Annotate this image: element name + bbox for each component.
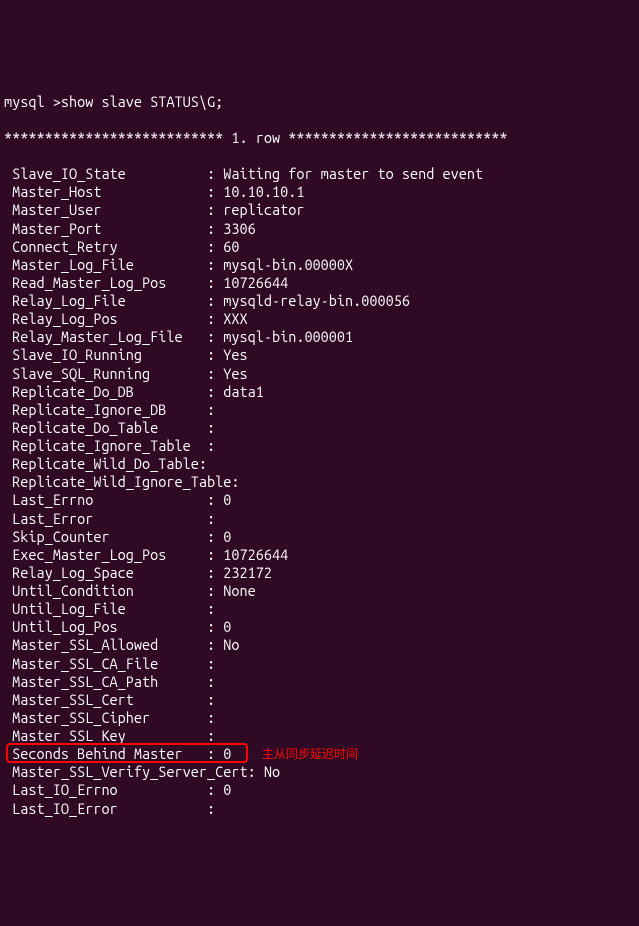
field-text: Replicate_Wild_Do_Table:	[4, 455, 207, 472]
terminal-output: mysql >show slave STATUS\G; ************…	[4, 75, 635, 836]
field-row-master_ssl_ca_file: Master_SSL_CA_File :	[4, 655, 635, 673]
field-row-connect_retry: Connect_Retry : 60	[4, 238, 635, 256]
field-text: Master_SSL_Verify_Server_Cert: No	[4, 763, 280, 780]
field-text: Last_Errno : 0	[4, 491, 231, 508]
field-row-master_ssl_verify_server_cert: Master_SSL_Verify_Server_Cert: No	[4, 763, 635, 781]
field-row-replicate_ignore_table: Replicate_Ignore_Table :	[4, 437, 635, 455]
field-row-master_log_file: Master_Log_File : mysql-bin.00000X	[4, 256, 635, 274]
field-row-read_master_log_pos: Read_Master_Log_Pos : 10726644	[4, 274, 635, 292]
field-text: Master_Host : 10.10.10.1	[4, 183, 304, 200]
field-text: Relay_Log_File : mysqld-relay-bin.000056	[4, 292, 410, 309]
field-text: Slave_IO_State : Waiting for master to s…	[4, 165, 483, 182]
field-row-replicate_wild_ignore_table: Replicate_Wild_Ignore_Table:	[4, 473, 635, 491]
field-text: Relay_Log_Space : 232172	[4, 564, 272, 581]
field-row-last_error: Last_Error :	[4, 510, 635, 528]
field-text: Master_SSL_CA_Path :	[4, 673, 223, 690]
field-row-master_ssl_cert: Master_SSL_Cert :	[4, 691, 635, 709]
field-text: Replicate_Wild_Ignore_Table:	[4, 473, 239, 490]
field-text: Last_IO_Errno : 0	[4, 781, 231, 798]
field-row-relay_log_space: Relay_Log_Space : 232172	[4, 564, 635, 582]
field-row-replicate_do_table: Replicate_Do_Table :	[4, 419, 635, 437]
annotation-text: 主从同步延迟时间	[262, 747, 358, 762]
field-text: Relay_Master_Log_File : mysql-bin.000001	[4, 328, 353, 345]
field-row-master_host: Master_Host : 10.10.10.1	[4, 183, 635, 201]
field-text: Until_Log_Pos : 0	[4, 618, 231, 635]
field-text: Skip_Counter : 0	[4, 528, 231, 545]
field-row-last_errno: Last_Errno : 0	[4, 491, 635, 509]
field-row-replicate_do_db: Replicate_Do_DB : data1	[4, 383, 635, 401]
field-row-slave_sql_running: Slave_SQL_Running : Yes	[4, 365, 635, 383]
field-text: Last_Error :	[4, 510, 223, 527]
field-row-master_ssl_ca_path: Master_SSL_CA_Path :	[4, 673, 635, 691]
field-text: Last_IO_Error :	[4, 800, 223, 817]
field-text: Slave_IO_Running : Yes	[4, 346, 248, 363]
status-fields: Slave_IO_State : Waiting for master to s…	[4, 165, 635, 818]
field-row-master_ssl_cipher: Master_SSL_Cipher :	[4, 709, 635, 727]
field-text: Until_Condition : None	[4, 582, 256, 599]
field-row-master_ssl_key: Master_SSL_Key :	[4, 727, 635, 745]
field-row-master_user: Master_User : replicator	[4, 201, 635, 219]
mysql-prompt: mysql >show slave STATUS\G;	[4, 93, 635, 111]
field-text: Master_SSL_CA_File :	[4, 655, 223, 672]
field-text: Slave_SQL_Running : Yes	[4, 365, 248, 382]
field-text: Master_SSL_Cert :	[4, 691, 223, 708]
field-row-until_log_file: Until_Log_File :	[4, 600, 635, 618]
field-text: Seconds_Behind_Master : 0	[4, 745, 231, 762]
result-header: *************************** 1. row *****…	[4, 129, 635, 147]
field-row-slave_io_running: Slave_IO_Running : Yes	[4, 346, 635, 364]
field-text: Master_SSL_Allowed : No	[4, 636, 239, 653]
field-text: Master_SSL_Cipher :	[4, 709, 223, 726]
field-text: Exec_Master_Log_Pos : 10726644	[4, 546, 288, 563]
field-text: Master_Log_File : mysql-bin.00000X	[4, 256, 353, 273]
field-row-last_io_errno: Last_IO_Errno : 0	[4, 781, 635, 799]
field-row-until_condition: Until_Condition : None	[4, 582, 635, 600]
field-text: Replicate_Do_Table :	[4, 419, 223, 436]
field-row-slave_io_state: Slave_IO_State : Waiting for master to s…	[4, 165, 635, 183]
field-row-last_io_error: Last_IO_Error :	[4, 800, 635, 818]
field-row-exec_master_log_pos: Exec_Master_Log_Pos : 10726644	[4, 546, 635, 564]
field-row-replicate_ignore_db: Replicate_Ignore_DB :	[4, 401, 635, 419]
field-row-seconds_behind_master: Seconds_Behind_Master : 0 主从同步延迟时间	[4, 745, 635, 763]
field-row-skip_counter: Skip_Counter : 0	[4, 528, 635, 546]
field-text: Replicate_Ignore_Table :	[4, 437, 215, 454]
field-row-replicate_wild_do_table: Replicate_Wild_Do_Table:	[4, 455, 635, 473]
field-text: Until_Log_File :	[4, 600, 223, 617]
field-text: Replicate_Do_DB : data1	[4, 383, 264, 400]
field-text: Read_Master_Log_Pos : 10726644	[4, 274, 288, 291]
field-row-master_ssl_allowed: Master_SSL_Allowed : No	[4, 636, 635, 654]
field-text: Master_Port : 3306	[4, 220, 256, 237]
field-row-until_log_pos: Until_Log_Pos : 0	[4, 618, 635, 636]
field-text: Master_SSL_Key :	[4, 727, 223, 744]
field-text: Connect_Retry : 60	[4, 238, 239, 255]
field-row-relay_log_pos: Relay_Log_Pos : XXX	[4, 310, 635, 328]
field-text: Master_User : replicator	[4, 201, 304, 218]
field-row-relay_log_file: Relay_Log_File : mysqld-relay-bin.000056	[4, 292, 635, 310]
field-text: Relay_Log_Pos : XXX	[4, 310, 248, 327]
field-text: Replicate_Ignore_DB :	[4, 401, 223, 418]
field-row-master_port: Master_Port : 3306	[4, 220, 635, 238]
field-row-relay_master_log_file: Relay_Master_Log_File : mysql-bin.000001	[4, 328, 635, 346]
